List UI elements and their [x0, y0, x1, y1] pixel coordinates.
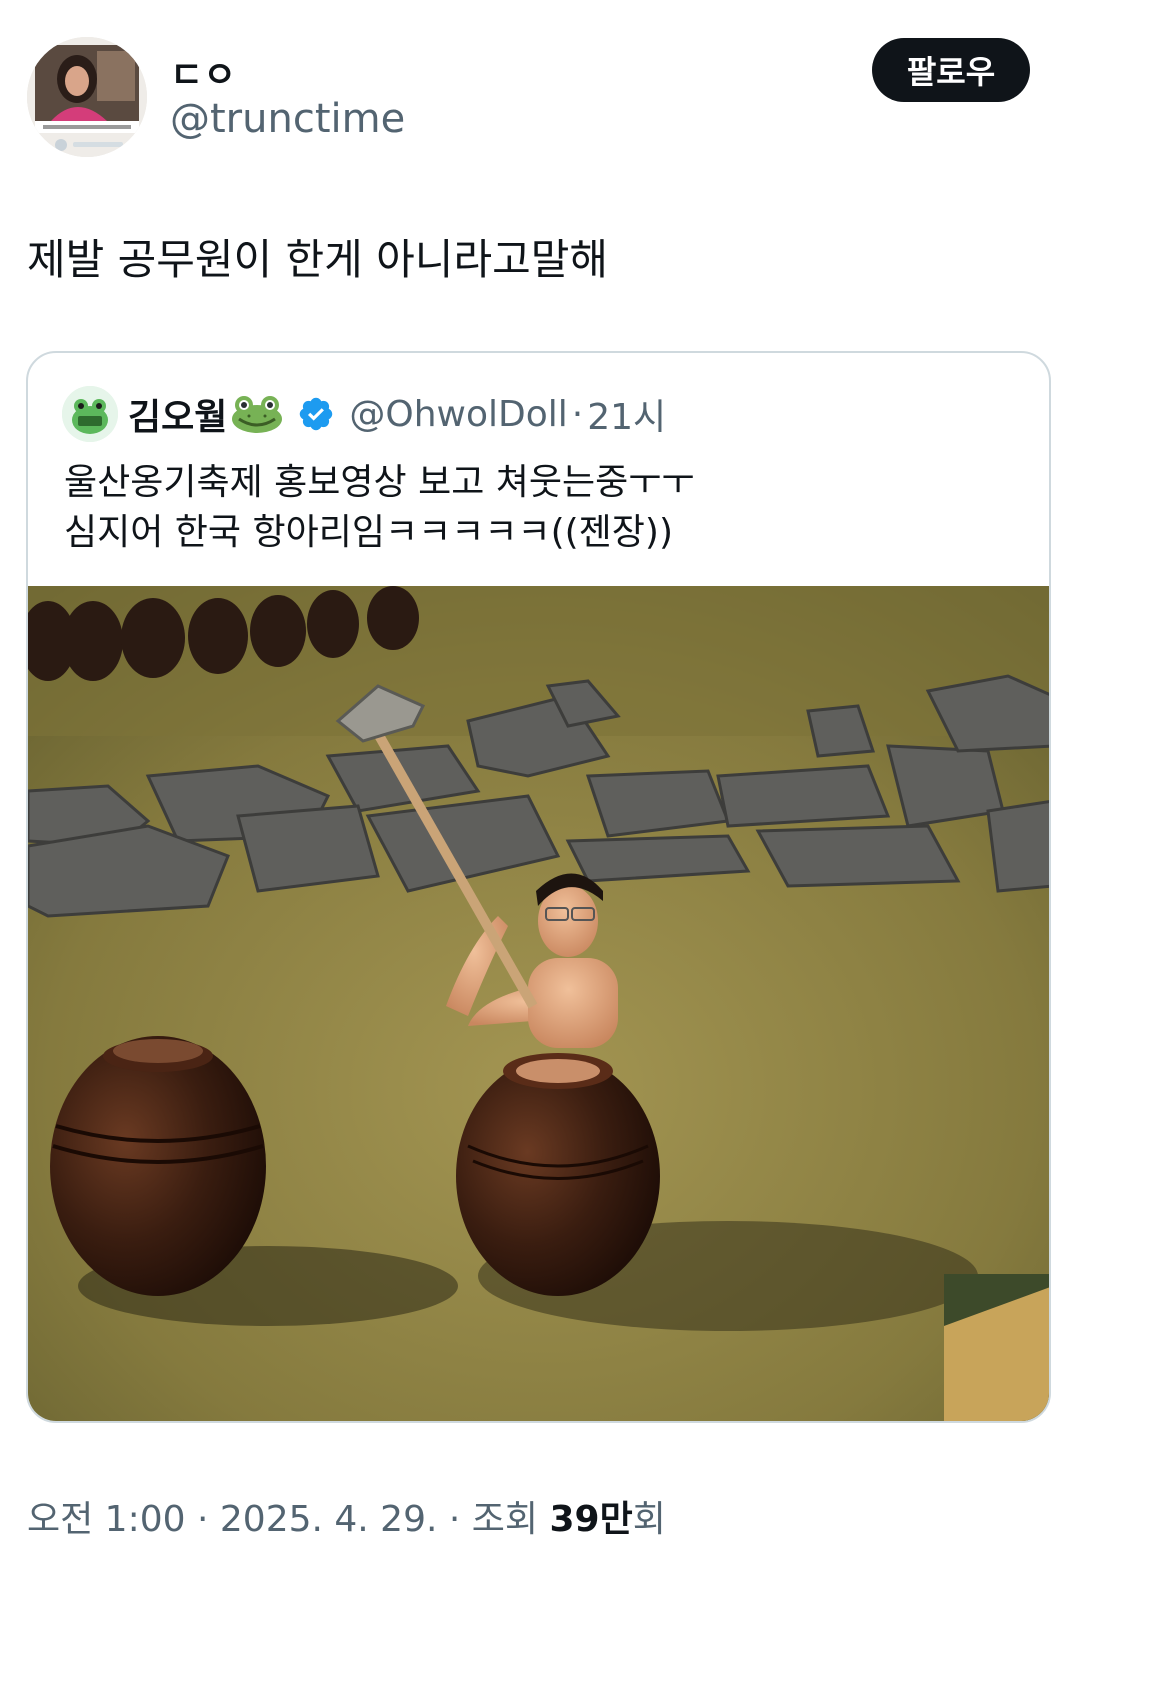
frog-emoji-icon	[232, 396, 283, 433]
separator-dot: ·	[196, 1499, 209, 1540]
quoted-display-name[interactable]: 김오월	[128, 388, 227, 440]
quoted-tweet-line: 심지어 한국 항아리임ㅋㅋㅋㅋㅋ((젠장))	[64, 512, 673, 553]
separator-dot: ·	[448, 1499, 461, 1540]
quoted-tweet-line: 울산옹기축제 홍보영상 보고 쳐웃는중ㅜㅜ	[64, 462, 695, 503]
quoted-tweet-header: 김오월 @OhwolDoll · 21시	[128, 388, 666, 440]
quoted-tweet-card[interactable]: 김오월 @OhwolDoll · 21시 울산옹기축제 홍보영상 보고 쳐웃는중…	[26, 351, 1051, 1423]
quoted-user-avatar[interactable]	[62, 386, 118, 442]
user-handle[interactable]: @trunctime	[170, 96, 405, 142]
verified-badge-icon	[300, 397, 333, 431]
tweet-time[interactable]: 오전 1:00	[27, 1499, 186, 1540]
views-label: 조회	[471, 1499, 539, 1540]
tweet-header: ㄷㅇ @trunctime 팔로우	[0, 0, 1170, 170]
quoted-tweet-text: 울산옹기축제 홍보영상 보고 쳐웃는중ㅜㅜ 심지어 한국 항아리임ㅋㅋㅋㅋㅋ((…	[64, 458, 695, 558]
quoted-tweet-time[interactable]: 21시	[587, 388, 666, 440]
tweet-meta: 오전 1:00 · 2025. 4. 29. · 조회 39만회	[27, 1490, 666, 1542]
separator-dot: ·	[571, 393, 584, 435]
views-count: 39만	[549, 1499, 633, 1540]
follow-button[interactable]: 팔로우	[872, 38, 1030, 102]
views-suffix: 회	[632, 1499, 666, 1540]
tweet-date[interactable]: 2025. 4. 29.	[220, 1499, 438, 1540]
display-name[interactable]: ㄷㅇ	[170, 46, 236, 98]
quoted-user-handle[interactable]: @OhwolDoll	[349, 394, 567, 435]
user-avatar[interactable]	[27, 37, 147, 157]
tweet-text: 제발 공무원이 한게 아니라고말해	[27, 235, 609, 284]
quoted-tweet-image[interactable]	[28, 586, 1049, 1421]
